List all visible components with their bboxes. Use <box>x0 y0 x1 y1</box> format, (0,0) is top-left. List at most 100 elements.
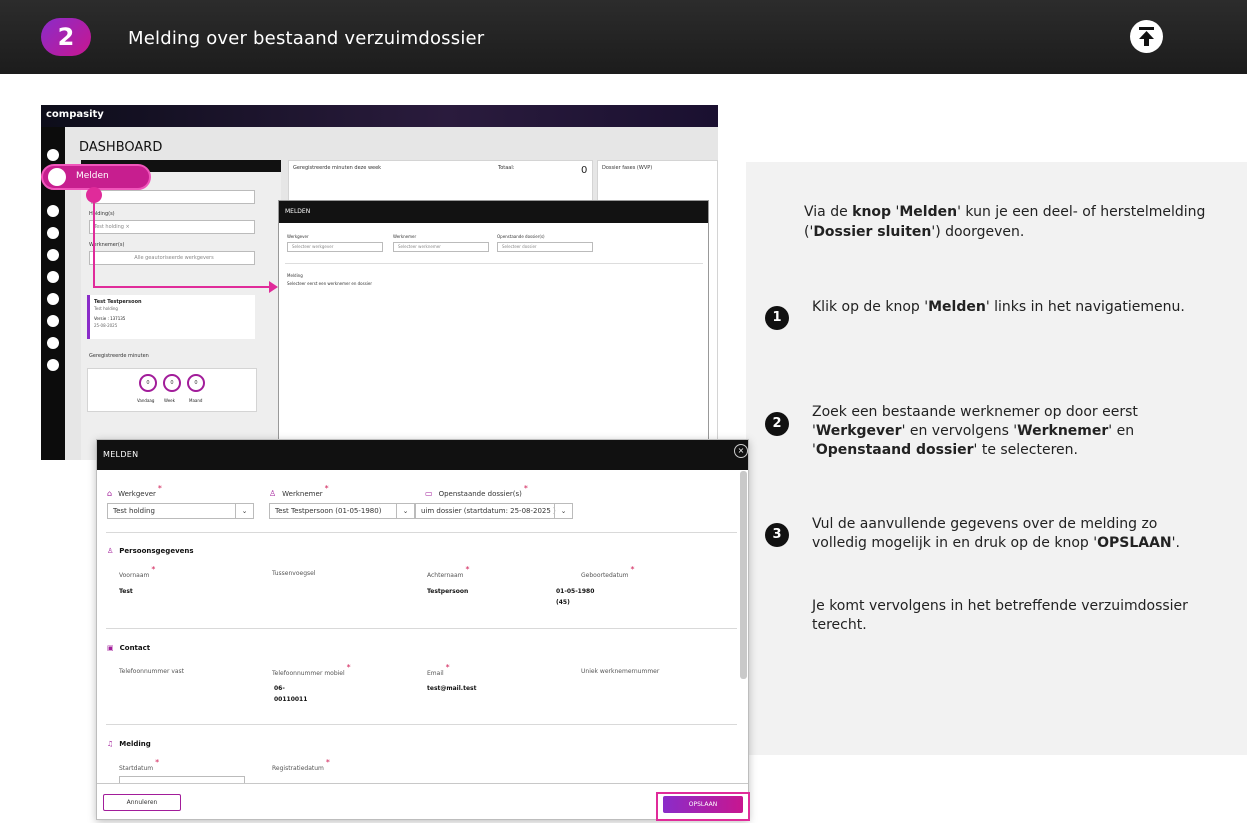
minutes-chart-title: Geregistreerde minuten deze week <box>293 165 382 171</box>
employee-label: ♙ Werknemer* <box>269 484 329 498</box>
nav-item-icon[interactable] <box>47 227 59 239</box>
user-icon: ♙ <box>269 489 277 498</box>
melden-modal-header: MELDEN × <box>97 440 748 470</box>
employer-label: ⌂ Werkgever* <box>107 484 162 498</box>
preview-melding-label: Melding <box>287 273 303 278</box>
total-label: Totaal: <box>498 165 515 171</box>
preview-employee-select[interactable]: Selecteer werknemer <box>393 242 489 252</box>
dashboard-title: DASHBOARD <box>79 140 163 155</box>
preview-hint: Selecteer eerst een werknemer en dossier <box>287 281 372 286</box>
geboortedatum-label: Geboortedatum* <box>581 565 635 579</box>
compasity-logo: compasity <box>46 109 104 120</box>
section-divider <box>106 724 737 725</box>
tussenvoegsel-label: Tussenvoegsel <box>272 570 316 577</box>
employee-select[interactable]: Test Testpersoon (01-05-1980) ⌄ <box>269 503 415 519</box>
connector-arrow-icon <box>269 281 278 293</box>
back-to-top-button[interactable] <box>1130 20 1163 53</box>
melden-modal-preview-title: MELDEN <box>285 208 311 215</box>
connector-line-vertical <box>93 190 95 288</box>
nav-item-icon[interactable] <box>47 249 59 261</box>
nav-item-icon[interactable] <box>47 315 59 327</box>
employer-select[interactable]: Test holding ⌄ <box>107 503 254 519</box>
section-divider <box>106 628 737 629</box>
instructions-panel: Via de knop 'Melden' kun je een deel- of… <box>746 162 1247 755</box>
employee-select[interactable]: Alle geautoriseerde werkgevers <box>89 251 255 265</box>
chevron-down-icon: ⌄ <box>554 504 572 518</box>
employer-filter-select[interactable] <box>91 190 255 204</box>
open-dossier-select[interactable]: uim dossier (startdatum: 25-08-2025 ) ⌄ <box>415 503 573 519</box>
telefoon-mobiel-label: Telefoonnummer mobiel* <box>272 663 351 677</box>
card-name: Test Testpersoon <box>94 299 142 305</box>
melden-modal-preview: MELDEN Werkgever Selecteer werkgever Wer… <box>278 200 709 440</box>
footer-divider <box>97 783 748 784</box>
ring-today-label: Vandaag <box>137 398 155 403</box>
ring-month: 0 <box>187 374 205 392</box>
ring-week: 0 <box>163 374 181 392</box>
melden-modal: MELDEN × ⌂ Werkgever* Test holding ⌄ ♙ Werk… <box>96 439 750 821</box>
connector-dot <box>86 187 102 203</box>
dashboard-topbar: compasity <box>41 105 718 127</box>
step-number-badge: 2 <box>41 18 91 56</box>
telefoon-vast-label: Telefoonnummer vast <box>119 668 185 675</box>
nav-item-icon[interactable] <box>47 293 59 305</box>
achternaam-value: Testpersoon <box>427 588 469 595</box>
ring-week-label: Week <box>164 398 175 403</box>
step-3-text: Vul de aanvullende gegevens over de meld… <box>812 516 1180 551</box>
melden-nav-label: Melden <box>76 171 109 181</box>
page-title: Melding over bestaand verzuimdossier <box>128 28 485 49</box>
nav-home-icon[interactable] <box>47 149 59 161</box>
bell-icon: ♫ <box>107 740 114 748</box>
dossier-fases-title: Dossier fases (WVP) <box>602 165 653 171</box>
step-2-text: Zoek een bestaande werknemer op door eer… <box>812 404 1138 458</box>
holding-select[interactable]: Test holding × <box>89 220 255 234</box>
registratiedatum-label: Registratiedatum* <box>272 758 330 772</box>
dossier-card[interactable]: Test Testpersoon Test holding Versie : 1… <box>87 295 255 339</box>
preview-dossier-label: Openstaande dossier(s) <box>497 234 545 239</box>
voornaam-label: Voornaam* <box>119 565 156 579</box>
save-button[interactable]: OPSLAAN <box>663 796 743 813</box>
persoonsgegevens-title: ♙ Persoonsgegevens <box>107 547 194 555</box>
werknemernummer-label: Uniek werknemernummer <box>581 668 660 675</box>
nav-item-icon[interactable] <box>47 205 59 217</box>
reg-minutes-label: Geregistreerde minuten <box>89 353 149 359</box>
chevron-down-icon: ⌄ <box>396 504 414 518</box>
nav-item-icon[interactable] <box>47 359 59 371</box>
contact-card-icon: ▣ <box>107 644 114 652</box>
bell-icon <box>48 168 66 186</box>
footer-text: Je komt vervolgens in het betreffende ve… <box>812 598 1188 633</box>
melden-modal-title: MELDEN <box>103 450 139 459</box>
melden-modal-preview-header: MELDEN <box>279 201 708 223</box>
dashboard-screenshot: compasity DASHBOARD Holding(s) Test hold… <box>41 105 718 460</box>
nav-item-icon[interactable] <box>47 337 59 349</box>
connector-line-horizontal <box>93 286 271 288</box>
modal-scrollbar[interactable] <box>740 471 747 679</box>
card-company: Test holding <box>94 306 118 311</box>
preview-divider <box>285 263 703 264</box>
nav-item-icon[interactable] <box>47 271 59 283</box>
header-bar: 2 Melding over bestaand verzuimdossier <box>0 0 1247 74</box>
open-dossier-label: ▭ Openstaande dossier(s)* <box>425 484 528 498</box>
total-value: 0 <box>581 165 588 176</box>
building-icon: ⌂ <box>107 489 113 498</box>
ring-month-label: Maand <box>189 398 203 403</box>
preview-employer-label: Werkgever <box>287 234 309 239</box>
folder-icon: ▭ <box>425 489 433 498</box>
melding-title: ♫ Melding <box>107 740 151 748</box>
preview-dossier-select[interactable]: Selecteer dossier <box>497 242 593 252</box>
melden-nav-button[interactable]: Melden <box>41 164 151 190</box>
step-1-circle: 1 <box>765 306 789 330</box>
close-icon[interactable]: × <box>734 444 748 458</box>
preview-employer-select[interactable]: Selecteer werkgever <box>287 242 383 252</box>
voornaam-value: Test <box>119 588 133 595</box>
cancel-button[interactable]: Annuleren <box>103 794 181 811</box>
achternaam-label: Achternaam* <box>427 565 470 579</box>
startdatum-label: Startdatum* <box>119 758 160 772</box>
step-3-circle: 3 <box>765 523 789 547</box>
chevron-down-icon: ⌄ <box>235 504 253 518</box>
step-2-circle: 2 <box>765 412 789 436</box>
email-value: test@mail.test <box>427 685 477 692</box>
arrow-up-to-top-icon <box>1139 27 1154 46</box>
telefoon-mobiel-value: 06-00110011 <box>274 685 308 703</box>
section-divider <box>106 532 737 533</box>
ring-today: 0 <box>139 374 157 392</box>
